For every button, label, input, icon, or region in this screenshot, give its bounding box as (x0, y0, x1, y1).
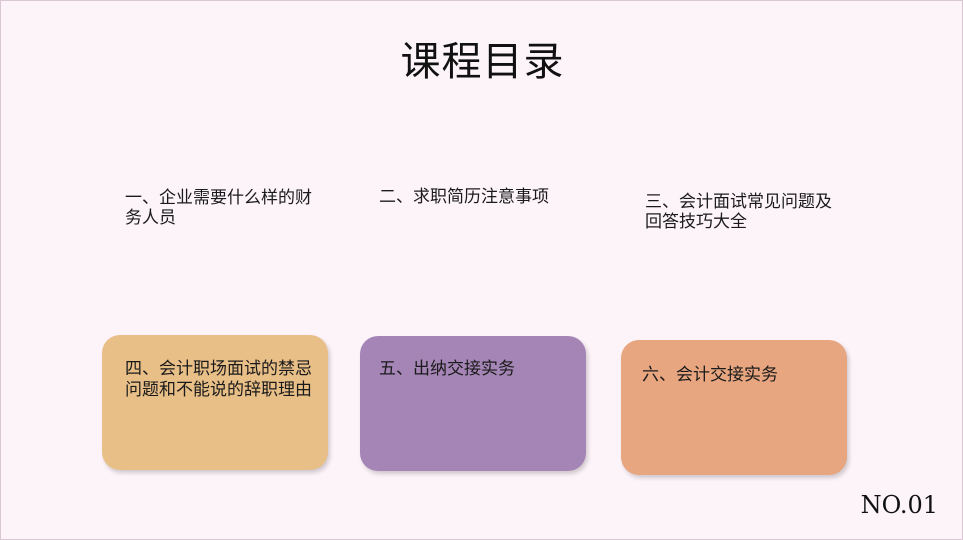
catalog-item-2: 二、求职简历注意事项 (379, 187, 549, 207)
page-number: NO.01 (860, 491, 938, 519)
catalog-card-6: 六、会计交接实务 (621, 340, 847, 475)
catalog-card-6-label: 六、会计交接实务 (642, 365, 778, 385)
slide-title: 课程目录 (400, 39, 565, 85)
catalog-item-1: 一、企业需要什么样的财务人员 (125, 188, 312, 228)
slide: 课程目录 一、企业需要什么样的财务人员 二、求职简历注意事项 三、会计面试常见问… (0, 0, 963, 540)
catalog-item-3: 三、会计面试常见问题及回答技巧大全 (645, 192, 832, 232)
catalog-card-5: 五、出纳交接实务 (360, 336, 586, 471)
catalog-card-4: 四、会计职场面试的禁忌问题和不能说的辞职理由 (102, 335, 328, 470)
catalog-card-5-label: 五、出纳交接实务 (379, 359, 515, 379)
catalog-card-4-label: 四、会计职场面试的禁忌问题和不能说的辞职理由 (125, 359, 312, 400)
